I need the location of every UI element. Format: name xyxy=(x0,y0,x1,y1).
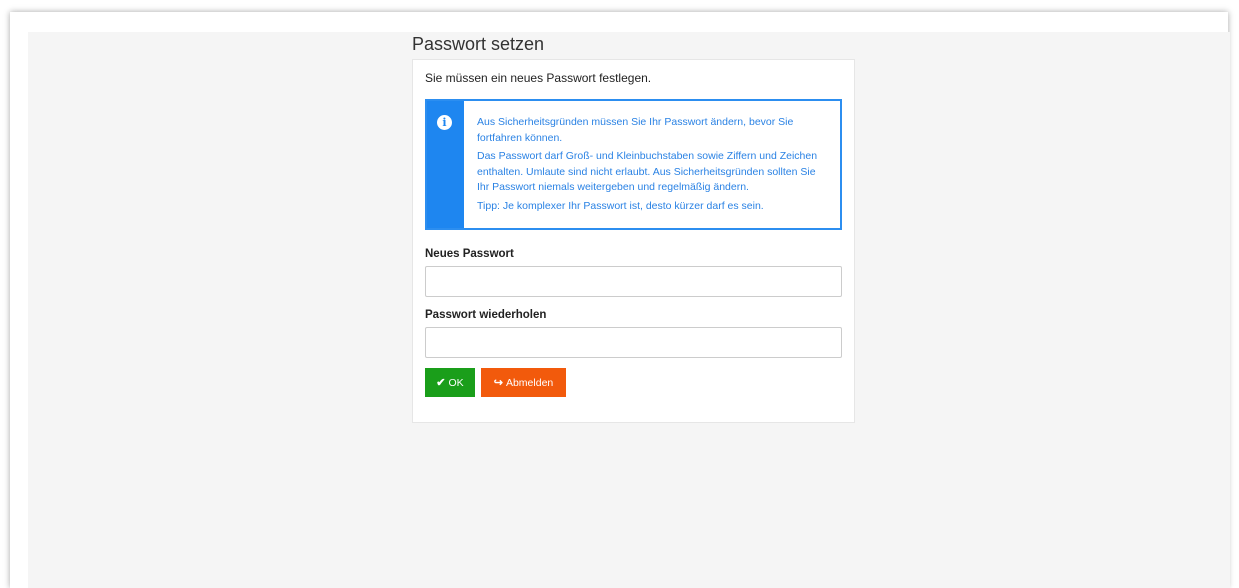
repeat-password-input[interactable] xyxy=(425,327,842,358)
password-panel: Sie müssen ein neues Passwort festlegen.… xyxy=(412,59,855,423)
alert-icon-bar: i xyxy=(427,101,464,228)
alert-paragraph: Tipp: Je komplexer Ihr Passwort ist, des… xyxy=(477,199,764,212)
alert-paragraph: Aus Sicherheitsgründen müssen Sie Ihr Pa… xyxy=(477,116,794,144)
logout-button[interactable]: ↪ Abmelden xyxy=(481,368,566,397)
logout-button-label: Abmelden xyxy=(505,376,554,389)
page-viewport: Passwort setzen Sie müssen ein neues Pas… xyxy=(28,32,1230,588)
browser-window: Passwort setzen Sie müssen ein neues Pas… xyxy=(10,12,1230,588)
repeat-password-label: Passwort wiederholen xyxy=(425,309,547,321)
info-icon: i xyxy=(437,115,452,130)
intro-text: Sie müssen ein neues Passwort festlegen. xyxy=(425,71,652,85)
ok-button-label: OK xyxy=(448,376,464,389)
sign-out-icon: ↪ xyxy=(493,377,503,389)
new-password-label: Neues Passwort xyxy=(425,248,514,260)
info-alert: i Aus Sicherheitsgründen müssen Sie Ihr … xyxy=(425,99,842,230)
new-password-input[interactable] xyxy=(425,266,842,297)
check-icon: ✔ xyxy=(436,377,446,389)
alert-paragraph: Das Passwort darf Groß- und Kleinbuchsta… xyxy=(477,150,818,193)
ok-button[interactable]: ✔ OK xyxy=(425,368,475,397)
alert-body: Aus Sicherheitsgründen müssen Sie Ihr Pa… xyxy=(464,101,840,228)
page-title: Passwort setzen xyxy=(412,34,545,54)
